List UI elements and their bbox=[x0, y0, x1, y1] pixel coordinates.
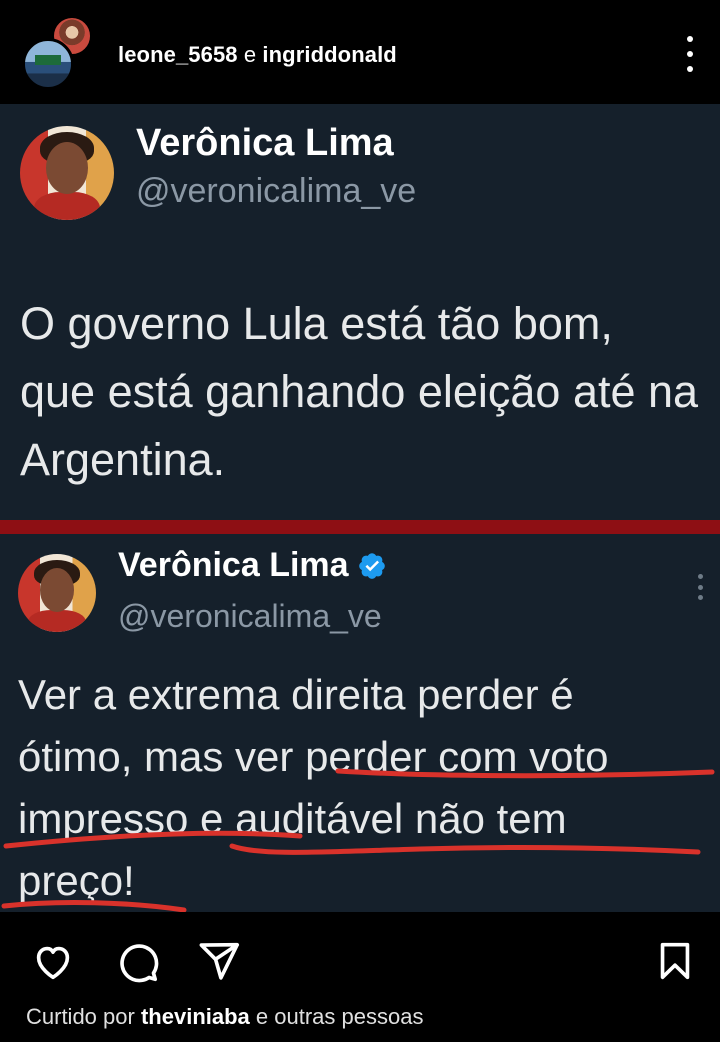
avatar-stack[interactable] bbox=[22, 16, 102, 96]
heart-icon[interactable] bbox=[30, 938, 76, 984]
tweet1-author-handle: @veronicalima_ve bbox=[136, 172, 417, 210]
tweet2-text: Ver a extrema direita perder é ótimo, ma… bbox=[18, 664, 718, 912]
tweet2-text-line-4: preço! bbox=[18, 857, 135, 904]
verified-icon bbox=[358, 552, 385, 579]
tweet2-author-name-row: Verônica Lima bbox=[118, 546, 387, 585]
more-options-icon[interactable] bbox=[684, 36, 696, 72]
tweet1-author-name: Verônica Lima bbox=[136, 122, 394, 164]
liked-prefix: Curtido por bbox=[26, 1004, 135, 1029]
tweet1-avatar bbox=[20, 126, 114, 220]
liked-username[interactable]: theviniaba bbox=[141, 1004, 250, 1029]
tweet2-author-handle: @veronicalima_ve bbox=[118, 598, 382, 634]
tweet1-text: O governo Lula está tão bom, que está ga… bbox=[20, 298, 699, 485]
send-icon[interactable] bbox=[196, 938, 242, 984]
post-authors: leone_5658 e ingriddonald bbox=[118, 42, 397, 68]
author-username-1[interactable]: leone_5658 bbox=[118, 42, 238, 67]
tweet2-text-line-1: Ver a extrema direita perder é bbox=[18, 671, 574, 718]
tweet2-avatar bbox=[18, 554, 96, 632]
liked-suffix[interactable]: e outras pessoas bbox=[256, 1004, 424, 1029]
comment-icon[interactable] bbox=[114, 938, 160, 984]
liked-by-text: Curtido por theviniaba e outras pessoas bbox=[26, 1004, 423, 1030]
avatar-user1 bbox=[22, 38, 74, 90]
post-header: leone_5658 e ingriddonald bbox=[0, 0, 720, 104]
post-actions: Curtido por theviniaba e outras pessoas bbox=[0, 912, 720, 1042]
tweet2-text-line-3: impresso e auditável não tem bbox=[18, 795, 567, 842]
author-username-2[interactable]: ingriddonald bbox=[262, 42, 396, 67]
tweet2-author-name: Verônica Lima bbox=[118, 546, 349, 584]
tweet2-more-icon[interactable] bbox=[698, 574, 704, 600]
divider-band bbox=[0, 520, 720, 534]
author-conjunction: e bbox=[243, 42, 257, 67]
tweet2-text-line-2: ótimo, mas ver perder com voto bbox=[18, 733, 609, 780]
bookmark-icon[interactable] bbox=[652, 938, 698, 984]
tweet-card-1: Verônica Lima @veronicalima_ve O governo… bbox=[0, 104, 720, 520]
tweet-card-2: Verônica Lima @veronicalima_ve Ver a ext… bbox=[0, 534, 720, 912]
